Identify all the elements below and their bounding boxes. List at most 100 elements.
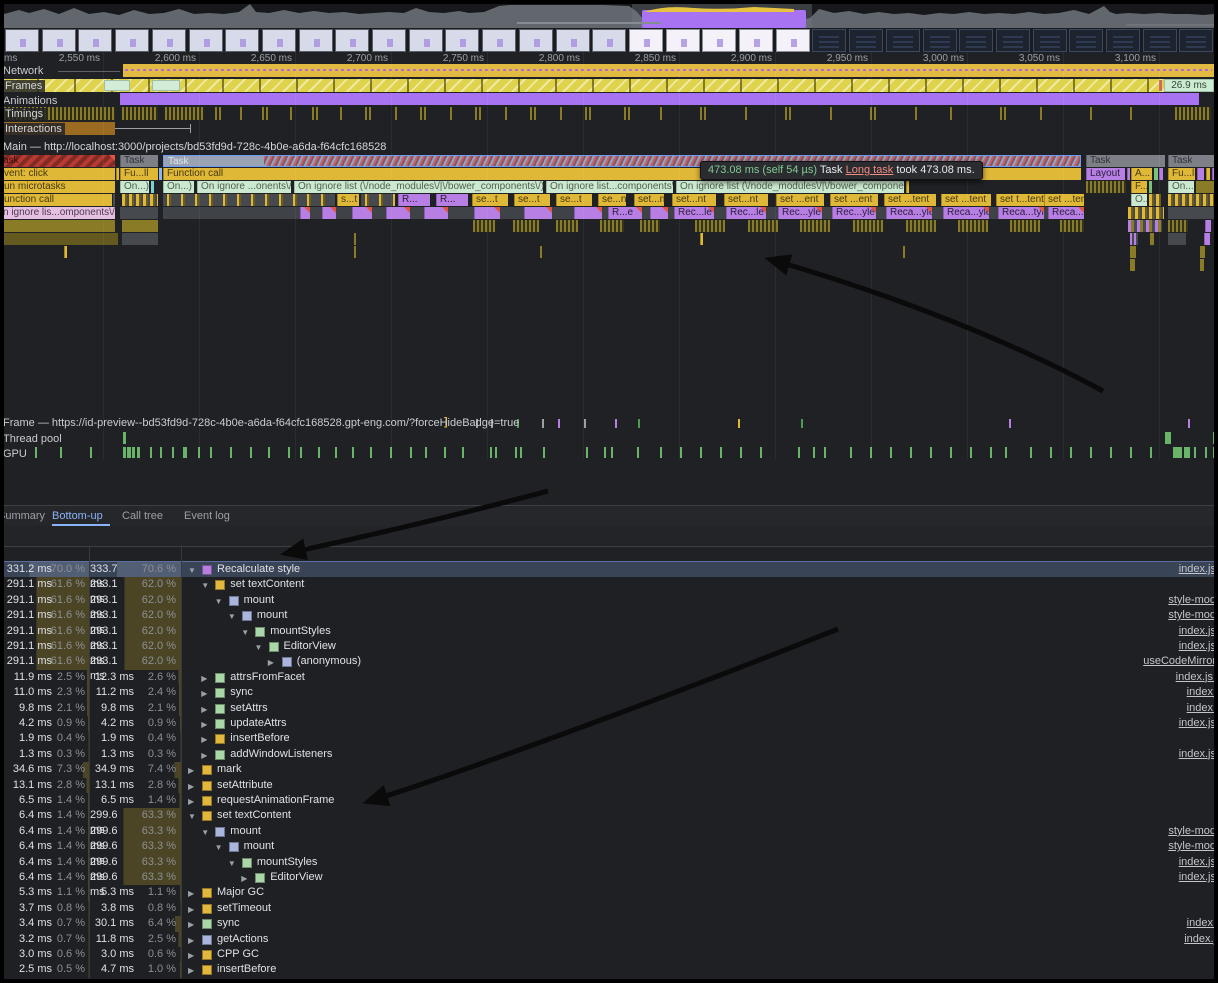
flame-block-purpleR[interactable] (650, 207, 668, 219)
flame-block-rec-yle[interactable]: Rec...yle (832, 207, 876, 219)
table-row[interactable]: 11.0 ms2.3 %11.2 ms2.4 %▶syncindex. (4, 685, 1214, 700)
collapse-icon[interactable]: ▼ (215, 840, 223, 854)
flame-block-unction-call[interactable]: unction call (4, 194, 112, 206)
source-link[interactable]: index.js: (1176, 670, 1214, 685)
tab-event-log[interactable]: Event log (184, 506, 230, 526)
flame-block-yellow[interactable] (64, 246, 67, 258)
activity-label[interactable]: setTimeout (217, 901, 271, 916)
activity-label[interactable]: addWindowListeners (230, 747, 332, 762)
flame-block-olive[interactable] (1196, 181, 1214, 193)
flame-block-un-microtasks[interactable]: un microtasks (4, 181, 115, 193)
cpu-overview-chart[interactable] (4, 4, 1214, 28)
flame-block-olive[interactable] (1130, 259, 1135, 271)
table-row[interactable]: 1.3 ms0.3 %1.3 ms0.3 %▶addWindowListener… (4, 747, 1214, 762)
flame-block-olive[interactable] (354, 233, 356, 245)
flame-block-set-tent[interactable]: set ...tent (884, 194, 936, 206)
flame-block-a[interactable]: A... (1131, 168, 1152, 180)
flame-block-ymix[interactable] (122, 194, 158, 206)
expand-icon[interactable]: ▶ (201, 748, 207, 762)
flame-block-o[interactable]: O... (1131, 194, 1147, 206)
flame-block-olive[interactable] (122, 220, 158, 232)
flame-block-olive[interactable] (4, 220, 115, 232)
activity-label[interactable]: attrsFromFacet (230, 670, 305, 685)
source-link[interactable]: index. (1187, 701, 1214, 716)
flame-block-on[interactable]: On...) (163, 181, 194, 193)
flame-block-reca-yle[interactable]: Reca...yle (1048, 207, 1084, 219)
table-row[interactable]: 6.4 ms1.4 %299.6 ms63.3 %▼mountstyle-mod (4, 824, 1214, 839)
flame-block-se-nt[interactable]: se...nt (598, 194, 626, 206)
table-row[interactable]: 291.1 ms61.6 %293.1 ms62.0 %▼mountstyle-… (4, 608, 1214, 623)
flame-block-set-nt[interactable]: set...nt (634, 194, 664, 206)
table-row[interactable]: 291.1 ms61.6 %293.1 ms62.0 %▼mountStyles… (4, 624, 1214, 639)
flame-block-on[interactable]: On...) (120, 181, 149, 193)
flame-block-purpleR[interactable] (574, 207, 602, 219)
flame-block-oliveticks[interactable] (1086, 181, 1126, 193)
expand-icon[interactable]: ▶ (188, 933, 194, 947)
expand-icon[interactable]: ▶ (188, 963, 194, 977)
source-link[interactable]: index.j (1184, 932, 1214, 947)
source-link[interactable]: style-mod (1168, 608, 1214, 623)
expand-icon[interactable]: ▶ (188, 763, 194, 777)
flame-block-f-l[interactable]: F...l (1131, 181, 1147, 193)
expand-icon[interactable]: ▶ (201, 732, 207, 746)
flame-block-blue[interactable] (159, 168, 162, 180)
flame-block-se-t[interactable]: se...t (514, 194, 550, 206)
frame-duration-block[interactable] (152, 80, 180, 91)
source-link[interactable]: index.js (1179, 716, 1214, 731)
flame-block-oliveticks[interactable] (513, 220, 539, 232)
collapse-icon[interactable]: ▼ (188, 809, 196, 823)
activity-label[interactable]: mount (244, 593, 275, 608)
tab-call-tree[interactable]: Call tree (122, 506, 163, 526)
collapse-icon[interactable]: ▼ (201, 825, 209, 839)
table-row[interactable]: 13.1 ms2.8 %13.1 ms2.8 %▶setAttribute (4, 778, 1214, 793)
flame-block-darkgray[interactable] (122, 233, 158, 245)
flame-block-green[interactable] (1154, 168, 1158, 180)
flame-block-oliveticks[interactable] (600, 220, 624, 232)
table-row[interactable]: 6.4 ms1.4 %299.6 ms63.3 %▼mountStylesind… (4, 855, 1214, 870)
flame-block-reca-yle[interactable]: Reca...yle (943, 207, 989, 219)
collapse-icon[interactable]: ▼ (201, 578, 209, 592)
flame-block-task[interactable]: Task (1086, 155, 1165, 167)
flame-block-reca-tyle[interactable]: Reca...tyle (998, 207, 1044, 219)
table-row[interactable]: 331.2 ms70.0 %333.7 ms70.6 %▼Recalculate… (4, 562, 1214, 577)
expand-icon[interactable]: ▶ (188, 917, 194, 931)
activity-label[interactable]: mount (257, 608, 288, 623)
expand-icon[interactable]: ▶ (241, 871, 247, 885)
flame-block-purpleR[interactable] (300, 207, 310, 219)
table-row[interactable]: ▶ (4, 978, 1214, 979)
expand-icon[interactable]: ▶ (201, 702, 207, 716)
source-link[interactable]: index. (1187, 916, 1214, 931)
flame-block-gray[interactable] (113, 194, 115, 206)
source-link[interactable]: useCodeMirror (1143, 654, 1214, 669)
flame-block-yellow[interactable] (1206, 168, 1210, 180)
flame-block-olive[interactable] (1200, 259, 1204, 271)
flame-block-oliveticks[interactable] (695, 220, 725, 232)
flame-block-oliveticks[interactable] (853, 220, 883, 232)
activity-label[interactable]: EditorView (284, 639, 336, 654)
source-link[interactable]: style-mod (1168, 839, 1214, 854)
activity-label[interactable]: insertBefore (217, 962, 276, 977)
flame-block-ymix[interactable] (1168, 194, 1214, 206)
flame-block-r-e[interactable]: R...e (608, 207, 642, 219)
flame-block-olive[interactable] (903, 246, 905, 258)
activity-label[interactable]: setAttribute (217, 778, 273, 793)
activity-label[interactable]: updateAttrs (230, 716, 286, 731)
flame-block-oliveticks[interactable] (1010, 220, 1040, 232)
flame-block-ymix2[interactable] (361, 194, 395, 206)
expand-icon[interactable]: ▶ (188, 902, 194, 916)
activity-label[interactable]: sync (230, 685, 253, 700)
table-row[interactable]: 1.9 ms0.4 %1.9 ms0.4 %▶insertBefore (4, 731, 1214, 746)
expand-icon[interactable]: ▶ (188, 779, 194, 793)
flame-block-yellow[interactable] (700, 233, 703, 245)
expand-icon[interactable]: ▶ (188, 948, 194, 962)
table-row[interactable]: 4.2 ms0.9 %4.2 ms0.9 %▶updateAttrsindex.… (4, 716, 1214, 731)
source-link[interactable]: style-mod (1168, 593, 1214, 608)
activity-label[interactable]: mountStyles (257, 855, 318, 870)
table-row[interactable]: 3.7 ms0.8 %3.8 ms0.8 %▶setTimeout (4, 901, 1214, 916)
flame-block-purple[interactable] (1205, 220, 1211, 232)
flame-block-olive[interactable] (540, 246, 542, 258)
flame-block-oliveticks[interactable] (556, 220, 578, 232)
flame-block-s-t[interactable]: s...t (337, 194, 359, 206)
source-link[interactable]: index. (1187, 685, 1214, 700)
flame-block-yellow[interactable] (116, 168, 119, 180)
